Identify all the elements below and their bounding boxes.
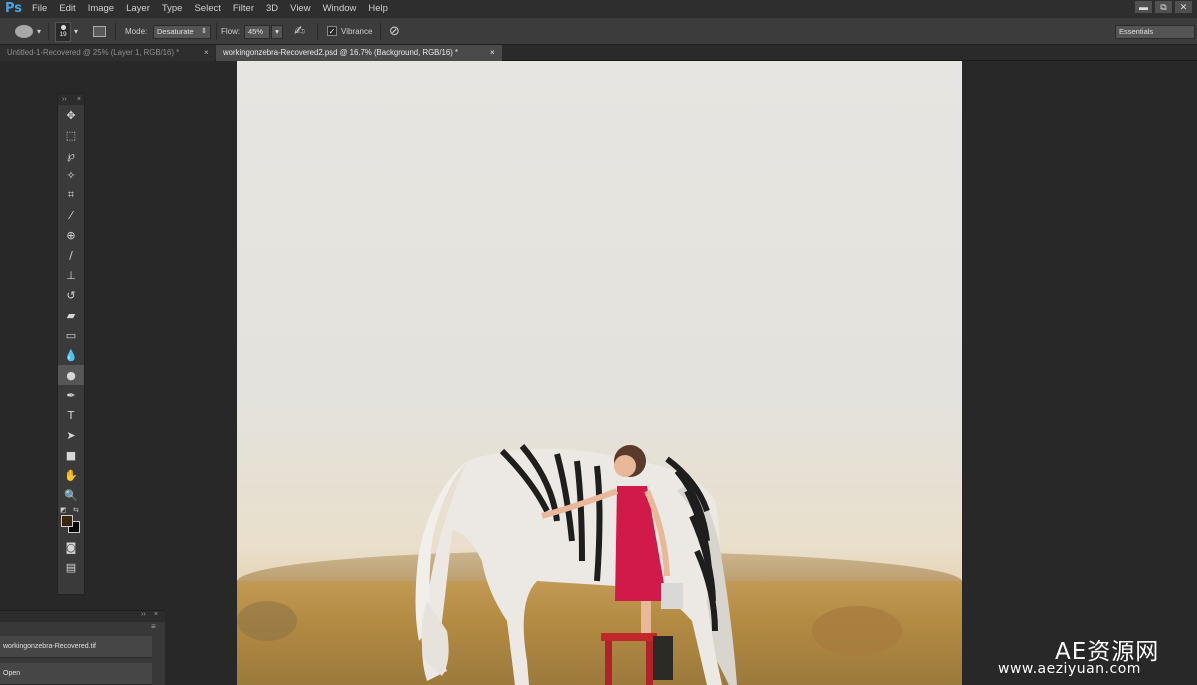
gradient-tool-icon[interactable]: ▭ — [58, 325, 84, 345]
history-state-open[interactable]: Open — [0, 663, 152, 685]
flow-dropdown-icon[interactable]: ▾ — [271, 25, 283, 39]
eyedropper-tool-icon[interactable]: ⁄ — [58, 205, 84, 225]
tab-workingonzebra-recovered2[interactable]: workingonzebra-Recovered2.psd @ 16.7% (B… — [216, 45, 502, 61]
path-selection-tool-icon[interactable]: ➤ — [58, 425, 84, 445]
document-canvas[interactable] — [237, 61, 962, 685]
close-icon[interactable]: ✕ — [1175, 1, 1192, 13]
quick-mask-icon[interactable]: ◙ — [58, 537, 84, 557]
crop-tool-icon[interactable]: ⌗ — [58, 185, 84, 205]
swap-colors-icon[interactable]: ⇆ — [73, 506, 79, 514]
watermark-url: www.aeziyuan.com — [998, 661, 1141, 677]
history-snapshot[interactable]: workingonzebra-Recovered.tif — [0, 636, 152, 658]
menu-edit[interactable]: Edit — [53, 0, 81, 18]
tab-untitled-1-recovered[interactable]: Untitled-1-Recovered @ 25% (Layer 1, RGB… — [0, 45, 215, 61]
tab-label: Untitled-1-Recovered @ 25% (Layer 1, RGB… — [7, 48, 180, 57]
menu-file[interactable]: File — [26, 0, 53, 18]
healing-brush-tool-icon[interactable]: ⊕ — [58, 225, 84, 245]
pressure-icon[interactable]: ⊘ — [389, 24, 400, 39]
marquee-tool-icon[interactable]: ⬚ — [58, 125, 84, 145]
tools-panel-header[interactable]: ›› × — [58, 94, 84, 105]
menu-select[interactable]: Select — [188, 0, 226, 18]
menu-filter[interactable]: Filter — [227, 0, 260, 18]
mode-dropdown-icon: ⇕ — [201, 28, 207, 35]
brush-dropdown-icon[interactable]: ▾ — [74, 27, 78, 36]
default-colors-icon[interactable]: ◩ — [60, 506, 67, 514]
restore-icon[interactable]: ⧉ — [1155, 1, 1172, 13]
move-tool-icon[interactable]: ✥ — [58, 105, 84, 125]
clone-stamp-tool-icon[interactable]: ⊥ — [58, 265, 84, 285]
tab-close-icon[interactable]: × — [490, 45, 495, 61]
brush-panel-icon[interactable] — [93, 26, 106, 37]
sponge-tool-icon[interactable]: ● — [58, 365, 84, 385]
panel-menu-icon[interactable]: ≡ — [151, 622, 156, 631]
pen-tool-icon[interactable]: ✒ — [58, 385, 84, 405]
menu-window[interactable]: Window — [317, 0, 363, 18]
red-stool — [601, 633, 657, 685]
canvas-photo — [237, 444, 902, 685]
brush-size-box[interactable]: 19 — [55, 22, 71, 42]
menu-bar: Ps File Edit Image Layer Type Select Fil… — [0, 0, 1197, 18]
preset-dropdown-icon[interactable]: ▾ — [37, 27, 41, 36]
collapse-icon[interactable]: ›› — [141, 611, 146, 618]
vibrance-checkbox[interactable]: ✓ — [327, 26, 337, 36]
menu-type[interactable]: Type — [156, 0, 189, 18]
tab-close-icon[interactable]: × — [204, 45, 209, 61]
mode-select[interactable]: Desaturate ⇕ — [153, 25, 211, 39]
panel-close-icon[interactable]: × — [154, 611, 158, 618]
panel-header: ›› × ≡ — [0, 611, 165, 631]
color-swatches: ◩ ⇆ — [58, 505, 84, 537]
zoom-tool-icon[interactable]: 🔍 — [58, 485, 84, 505]
tools-panel: ›› × ✥ ⬚ ℘ ✧ ⌗ ⁄ ⊕ / ⊥ ↺ ▰ ▭ 💧 ● ✒ T ➤ ■… — [57, 93, 85, 595]
menu-image[interactable]: Image — [82, 0, 120, 18]
minimize-icon[interactable]: ▬ — [1135, 1, 1152, 13]
menu-3d[interactable]: 3D — [260, 0, 284, 18]
menu-help[interactable]: Help — [362, 0, 394, 18]
sponge-tool-preset-icon[interactable] — [15, 25, 33, 38]
menu-layer[interactable]: Layer — [120, 0, 156, 18]
flow-input[interactable]: 45% — [244, 25, 270, 39]
tab-label: workingonzebra-Recovered2.psd @ 16.7% (B… — [223, 48, 459, 57]
magic-wand-tool-icon[interactable]: ✧ — [58, 165, 84, 185]
mode-label: Mode: — [125, 27, 148, 36]
document-tab-bar: Untitled-1-Recovered @ 25% (Layer 1, RGB… — [0, 45, 1197, 61]
zebra-horse — [415, 444, 737, 685]
lasso-tool-icon[interactable]: ℘ — [58, 145, 84, 165]
photoshop-logo: Ps — [5, 1, 23, 16]
brush-tool-icon[interactable]: / — [58, 245, 84, 265]
brush-size-value: 19 — [59, 31, 67, 38]
history-brush-tool-icon[interactable]: ↺ — [58, 285, 84, 305]
type-tool-icon[interactable]: T — [58, 405, 84, 425]
menu-view[interactable]: View — [284, 0, 316, 18]
blur-tool-icon[interactable]: 💧 — [58, 345, 84, 365]
collapse-icon[interactable]: ›› — [62, 96, 67, 103]
panel-close-icon[interactable]: × — [77, 94, 81, 105]
hand-tool-icon[interactable]: ✋ — [58, 465, 84, 485]
vibrance-label: Vibrance — [341, 27, 373, 36]
workspace-switcher[interactable]: Essentials — [1115, 25, 1195, 39]
airbrush-icon[interactable]: ✍ — [294, 24, 305, 39]
options-bar: ▾ 19 ▾ Mode: Desaturate ⇕ Flow: 45% ▾ ✍ … — [0, 18, 1197, 45]
screen-mode-icon[interactable]: ▤ — [58, 557, 84, 577]
flow-label: Flow: — [221, 27, 241, 36]
history-panel: ›› × ≡ workingonzebra-Recovered.tif Open — [0, 610, 165, 685]
foreground-color-swatch[interactable] — [61, 515, 73, 527]
mode-value: Desaturate — [157, 27, 194, 36]
eraser-tool-icon[interactable]: ▰ — [58, 305, 84, 325]
rectangle-tool-icon[interactable]: ■ — [58, 445, 84, 465]
